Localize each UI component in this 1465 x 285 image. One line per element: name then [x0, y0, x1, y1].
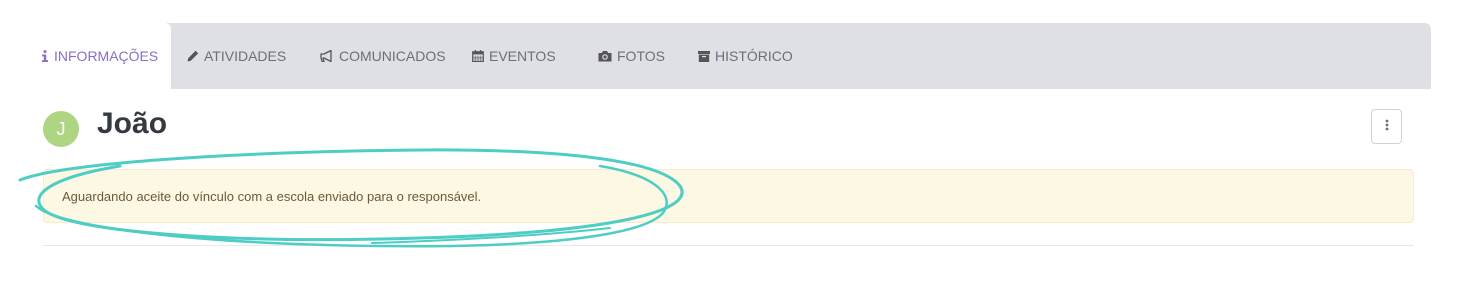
- tab-label: HISTÓRICO: [715, 48, 793, 64]
- tab-atividades[interactable]: ATIVIDADES: [171, 23, 304, 89]
- camera-icon: [598, 50, 612, 62]
- tab-bar: INFORMAÇÕES ATIVIDADES COMUNICADOS EVENT…: [25, 23, 1431, 89]
- tab-comunicados[interactable]: COMUNICADOS: [304, 23, 456, 89]
- pending-link-alert: Aguardando aceite do vínculo com a escol…: [43, 169, 1414, 223]
- calendar-icon: [472, 50, 484, 62]
- pencil-icon: [187, 50, 199, 62]
- student-name: João: [97, 107, 168, 140]
- archive-icon: [698, 50, 710, 62]
- tab-fotos[interactable]: FOTOS: [582, 23, 682, 89]
- tab-label: FOTOS: [617, 48, 665, 64]
- tab-eventos[interactable]: EVENTOS: [456, 23, 582, 89]
- tab-informacoes[interactable]: INFORMAÇÕES: [25, 23, 171, 89]
- tab-label: EVENTOS: [489, 48, 556, 64]
- more-options-button[interactable]: [1371, 109, 1402, 144]
- tab-historico[interactable]: HISTÓRICO: [682, 23, 812, 89]
- avatar: J: [43, 111, 79, 147]
- avatar-initial: J: [56, 118, 66, 139]
- info-icon: [41, 50, 49, 62]
- tab-label: ATIVIDADES: [204, 48, 287, 64]
- megaphone-icon: [320, 50, 334, 62]
- tab-label: COMUNICADOS: [339, 48, 446, 64]
- alert-message: Aguardando aceite do vínculo com a escol…: [62, 188, 482, 204]
- divider: [43, 245, 1414, 246]
- vertical-ellipsis-icon: [1385, 118, 1389, 136]
- student-card: INFORMAÇÕES ATIVIDADES COMUNICADOS EVENT…: [25, 23, 1431, 258]
- tab-label: INFORMAÇÕES: [54, 48, 159, 64]
